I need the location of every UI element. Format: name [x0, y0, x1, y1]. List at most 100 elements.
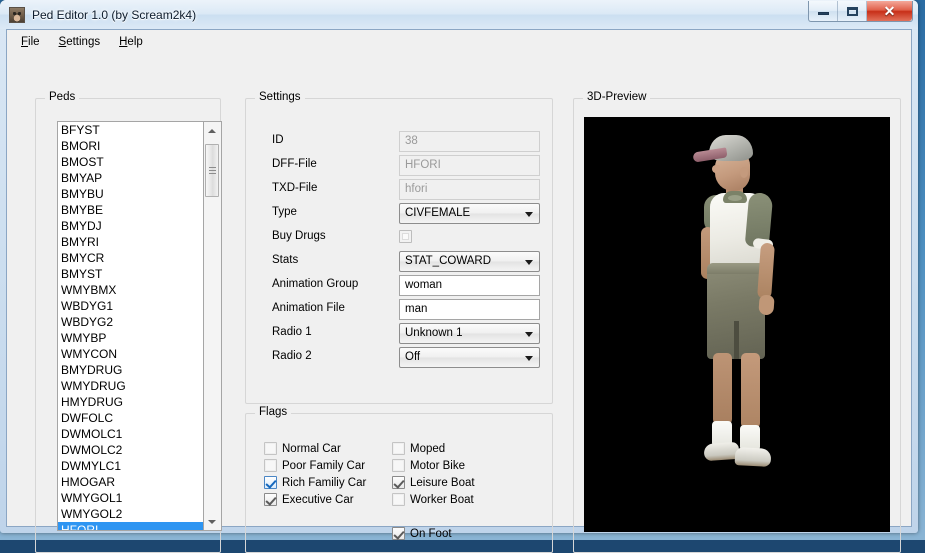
- flag-poor-family-car[interactable]: Poor Family Car: [264, 459, 365, 472]
- animation-file-input[interactable]: man: [399, 299, 540, 320]
- list-item[interactable]: DWMOLC1: [58, 426, 203, 442]
- list-item[interactable]: DWMOLC2: [58, 442, 203, 458]
- checkbox-on-foot[interactable]: [392, 527, 405, 540]
- peds-scrollbar[interactable]: [204, 121, 222, 531]
- radio-2-value: Off: [405, 351, 420, 363]
- list-item[interactable]: WMYGOL2: [58, 506, 203, 522]
- minimize-button[interactable]: [809, 1, 838, 21]
- peds-group-title: Peds: [45, 91, 79, 103]
- field-label: Radio 2: [272, 350, 312, 362]
- list-item[interactable]: WMYCON: [58, 346, 203, 362]
- ped-arm-left: [757, 243, 775, 300]
- list-item[interactable]: DWMYLC1: [58, 458, 203, 474]
- checkbox-executive-car[interactable]: [264, 493, 277, 506]
- txd-file-control[interactable]: hfori: [399, 179, 540, 200]
- list-item[interactable]: BFYST: [58, 122, 203, 138]
- list-item[interactable]: BMYBU: [58, 186, 203, 202]
- list-item[interactable]: WMYGOL1: [58, 490, 203, 506]
- close-icon: ✕: [867, 1, 912, 21]
- preview-canvas[interactable]: [584, 117, 890, 532]
- window-controls: ✕: [808, 1, 913, 22]
- list-item[interactable]: BMYDRUG: [58, 362, 203, 378]
- animation-file-control[interactable]: man: [399, 299, 540, 320]
- flag-on-foot[interactable]: On Foot: [392, 527, 452, 540]
- list-item[interactable]: BMYRI: [58, 234, 203, 250]
- animation-group-input[interactable]: woman: [399, 275, 540, 296]
- checkbox-poor-family-car[interactable]: [264, 459, 277, 472]
- list-item[interactable]: BMYCR: [58, 250, 203, 266]
- ped-neckline: [728, 195, 742, 201]
- flag-leisure-boat[interactable]: Leisure Boat: [392, 476, 475, 489]
- ped-model: [671, 135, 821, 515]
- flag-moped[interactable]: Moped: [392, 442, 445, 455]
- flag-label: Poor Family Car: [282, 460, 365, 472]
- radio-2-control[interactable]: Off: [399, 347, 540, 368]
- stats-dropdown[interactable]: STAT_COWARD: [399, 251, 540, 272]
- menu-item-settings[interactable]: Settings: [53, 33, 114, 51]
- list-item[interactable]: WBDYG1: [58, 298, 203, 314]
- settings-field-row: Radio 1Unknown 1: [272, 323, 542, 345]
- dff-file-control[interactable]: HFORI: [399, 155, 540, 176]
- flag-motor-bike[interactable]: Motor Bike: [392, 459, 465, 472]
- list-item[interactable]: BMYBE: [58, 202, 203, 218]
- list-item[interactable]: WBDYG2: [58, 314, 203, 330]
- chevron-down-icon: [525, 260, 533, 265]
- window-title: Ped Editor 1.0 (by Scream2k4): [32, 8, 196, 22]
- flags-group: Flags Normal CarPoor Family CarRich Fami…: [245, 413, 553, 553]
- list-item[interactable]: BMYST: [58, 266, 203, 282]
- list-item[interactable]: WMYDRUG: [58, 378, 203, 394]
- checkbox-moped[interactable]: [392, 442, 405, 455]
- stats-control[interactable]: STAT_COWARD: [399, 251, 540, 272]
- radio-2-dropdown[interactable]: Off: [399, 347, 540, 368]
- checkbox-rich-familiy-car[interactable]: [264, 476, 277, 489]
- scroll-up-button[interactable]: [204, 122, 220, 139]
- settings-field-row: ID38: [272, 131, 542, 153]
- application-window: Ped Editor 1.0 (by Scream2k4) ✕ FFileile…: [0, 0, 918, 533]
- minimize-icon: [809, 1, 837, 21]
- flag-executive-car[interactable]: Executive Car: [264, 493, 354, 506]
- id-control[interactable]: 38: [399, 131, 540, 152]
- preview-group-title: 3D-Preview: [583, 91, 650, 103]
- menu-item-file[interactable]: FFileile: [15, 33, 53, 51]
- list-item[interactable]: BMYAP: [58, 170, 203, 186]
- list-item[interactable]: HFORI: [58, 522, 203, 531]
- title-bar[interactable]: Ped Editor 1.0 (by Scream2k4) ✕: [0, 0, 918, 29]
- preview-group: 3D-Preview: [573, 98, 901, 553]
- scroll-down-button[interactable]: [204, 513, 220, 530]
- checkbox-motor-bike[interactable]: [392, 459, 405, 472]
- type-dropdown[interactable]: CIVFEMALE: [399, 203, 540, 224]
- list-item[interactable]: BMYDJ: [58, 218, 203, 234]
- flag-normal-car[interactable]: Normal Car: [264, 442, 341, 455]
- list-item[interactable]: DWFOLC: [58, 410, 203, 426]
- animation-group-control[interactable]: woman: [399, 275, 540, 296]
- list-item[interactable]: BMOST: [58, 154, 203, 170]
- buy-drugs-checkbox[interactable]: [399, 230, 412, 243]
- close-button[interactable]: ✕: [867, 1, 912, 21]
- scroll-thumb[interactable]: [205, 144, 219, 197]
- settings-field-row: Buy Drugs: [272, 227, 542, 249]
- stats-value: STAT_COWARD: [405, 255, 491, 267]
- maximize-button[interactable]: [838, 1, 867, 21]
- radio-1-control[interactable]: Unknown 1: [399, 323, 540, 344]
- settings-group: Settings ID38DFF-FileHFORITXD-FilehforiT…: [245, 98, 553, 404]
- flag-label: Motor Bike: [410, 460, 465, 472]
- settings-field-row: TypeCIVFEMALE: [272, 203, 542, 225]
- field-label: Animation Group: [272, 278, 358, 290]
- menu-item-help[interactable]: Help: [113, 33, 156, 51]
- list-item[interactable]: HMYDRUG: [58, 394, 203, 410]
- peds-listbox[interactable]: BFYSTBMORIBMOSTBMYAPBMYBUBMYBEBMYDJBMYRI…: [57, 121, 204, 531]
- checkbox-worker-boat[interactable]: [392, 493, 405, 506]
- list-item[interactable]: WMYBP: [58, 330, 203, 346]
- checkbox-normal-car[interactable]: [264, 442, 277, 455]
- type-control[interactable]: CIVFEMALE: [399, 203, 540, 224]
- chevron-down-icon: [525, 332, 533, 337]
- flag-worker-boat[interactable]: Worker Boat: [392, 493, 474, 506]
- checkbox-leisure-boat[interactable]: [392, 476, 405, 489]
- ped-leg-left: [741, 353, 760, 429]
- list-item[interactable]: BMORI: [58, 138, 203, 154]
- list-item[interactable]: WMYBMX: [58, 282, 203, 298]
- list-item[interactable]: HMOGAR: [58, 474, 203, 490]
- radio-1-dropdown[interactable]: Unknown 1: [399, 323, 540, 344]
- scroll-down-icon: [208, 520, 216, 524]
- flag-rich-familiy-car[interactable]: Rich Familiy Car: [264, 476, 366, 489]
